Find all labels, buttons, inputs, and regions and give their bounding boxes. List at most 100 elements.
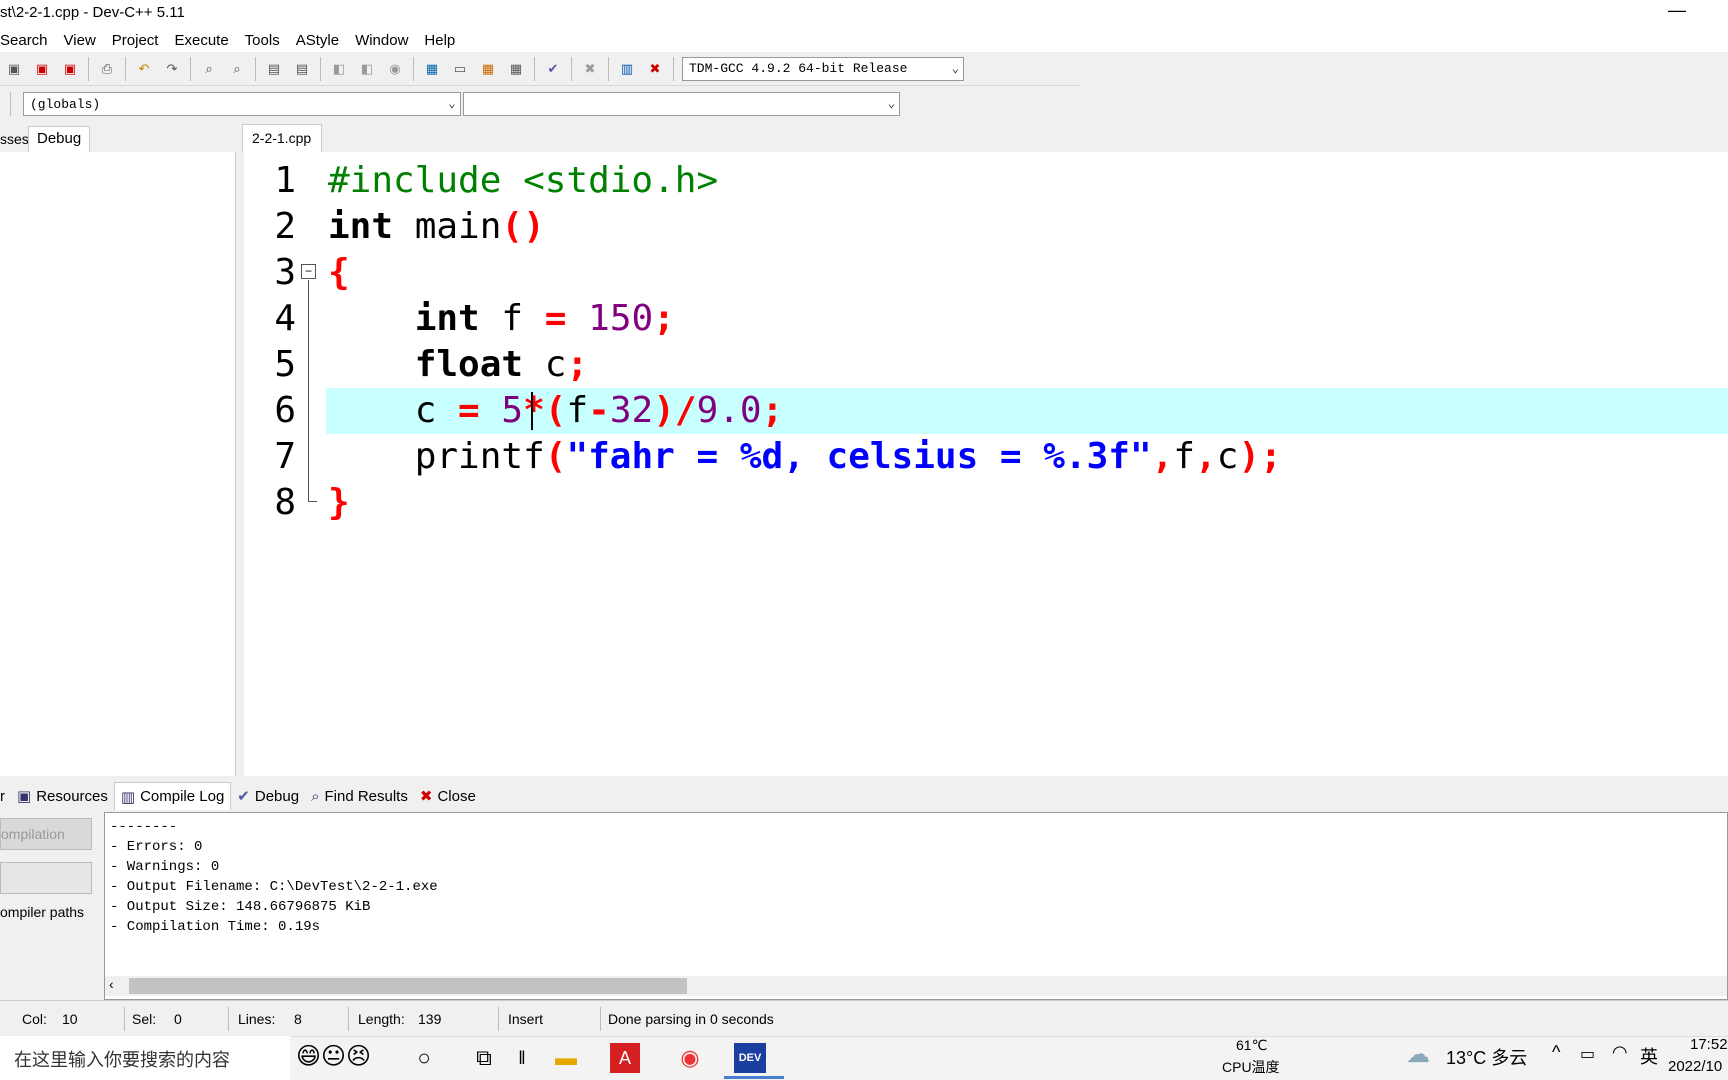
chevron-down-icon: ⌄ — [951, 61, 959, 76]
acrobat-icon[interactable]: A — [610, 1043, 640, 1073]
tab-find-results[interactable]: ⌕ Find Results — [305, 782, 414, 810]
menu-execute[interactable]: Execute — [166, 32, 236, 49]
menu-search[interactable]: Search — [0, 32, 56, 49]
code-line[interactable]: float c; — [328, 342, 588, 388]
save-all-icon[interactable]: ▣ — [3, 58, 25, 80]
tile-icon[interactable]: ▦ — [477, 58, 499, 80]
toolbar-separator — [255, 56, 256, 81]
tab-compile-log-label: Compile Log — [140, 788, 225, 805]
weather-text[interactable]: 13°C 多云 — [1446, 1044, 1527, 1070]
toolbar-separator — [608, 56, 609, 81]
check-icon: ✔ — [237, 788, 250, 805]
close-file-icon[interactable]: ▣ — [31, 58, 53, 80]
main-toolbar: ▣ ▣ ▣ ⎙ ↶ ↷ ⌕ ⌕ ▤ ▤ ◧ ◧ ◉ ▦ ▭ ▦ ▦ ✔ ✖ ▥ … — [0, 52, 1080, 86]
new-project-icon[interactable]: ▦ — [421, 58, 443, 80]
cpu-label: CPU温度 — [1222, 1059, 1280, 1075]
code-line[interactable]: c = 5*(f-32)/9.0; — [328, 388, 784, 434]
redo-icon[interactable]: ↷ — [161, 58, 183, 80]
undo-icon[interactable]: ↶ — [133, 58, 155, 80]
code-line[interactable]: int f = 150; — [328, 296, 675, 342]
code-line[interactable]: printf("fahr = %d, celsius = %.3f",f,c); — [328, 434, 1282, 480]
task-view-icon[interactable]: ⧉ — [466, 1040, 502, 1076]
close-all-icon[interactable]: ▣ — [59, 58, 81, 80]
code-line[interactable]: } — [328, 480, 350, 526]
code-token: printf — [328, 436, 545, 477]
code-line[interactable]: int main() — [328, 204, 545, 250]
chrome-icon[interactable]: ◉ — [672, 1040, 708, 1076]
scope-select[interactable]: (globals) ⌄ — [23, 92, 461, 116]
cpu-temp: 61℃ — [1236, 1037, 1268, 1053]
menu-help[interactable]: Help — [416, 32, 463, 49]
fold-collapse-icon[interactable]: − — [301, 264, 316, 279]
wifi-icon[interactable]: ◠ — [1612, 1042, 1628, 1063]
ime-indicator[interactable]: 英 — [1640, 1043, 1658, 1069]
window-icon[interactable]: ▭ — [449, 58, 471, 80]
bookmark-icon[interactable]: ◉ — [384, 58, 406, 80]
cloud-icon: ☁ — [1406, 1041, 1430, 1068]
code-token: int — [414, 298, 480, 339]
clock-time[interactable]: 17:52 — [1690, 1036, 1728, 1053]
menu-view[interactable]: View — [56, 32, 104, 49]
delete-profile-icon[interactable]: ✖ — [644, 58, 666, 80]
tab-close-label: Close — [437, 787, 476, 805]
code-token: f — [1173, 436, 1196, 477]
code-line[interactable]: #include <stdio.h> — [328, 158, 718, 204]
status-col-label: Col: — [22, 1011, 47, 1027]
chevron-up-icon[interactable]: ^ — [1552, 1042, 1560, 1063]
menu-project[interactable]: Project — [104, 32, 167, 49]
minimize-button[interactable]: — — [1668, 0, 1686, 21]
compiler-paths-checkbox-label[interactable]: ompiler paths — [0, 904, 84, 920]
scroll-left-icon[interactable]: ‹ — [109, 976, 114, 992]
code-token: main — [393, 206, 502, 247]
code-token: int — [328, 206, 394, 247]
blank-button[interactable] — [0, 862, 92, 894]
menu-window[interactable]: Window — [347, 32, 416, 49]
tab-debug-bottom[interactable]: ✔ Debug — [231, 782, 305, 810]
status-sel: 0 — [174, 1011, 182, 1027]
find-icon[interactable]: ⌕ — [198, 58, 220, 80]
cortana-icon[interactable]: ○ — [406, 1040, 442, 1076]
devcpp-icon[interactable]: DEV — [734, 1043, 766, 1073]
resources-icon: ▣ — [17, 788, 32, 805]
code-token: ; — [761, 390, 784, 431]
tab-debug[interactable]: Debug — [28, 126, 91, 152]
tab-debug-bottom-label: Debug — [254, 787, 300, 805]
grid-icon[interactable]: ▦ — [505, 58, 527, 80]
code-token: = — [458, 390, 480, 431]
unindent-icon[interactable]: ▤ — [291, 58, 313, 80]
forward-icon[interactable]: ◧ — [356, 58, 378, 80]
fold-line — [308, 280, 309, 502]
menu-tools[interactable]: Tools — [237, 32, 288, 49]
compiler-select[interactable]: TDM-GCC 4.9.2 64-bit Release ⌄ — [682, 56, 964, 81]
line-number: 2 — [274, 206, 296, 247]
editor-tab[interactable]: 2-2-1.cpp — [242, 124, 322, 152]
line-number: 1 — [274, 160, 296, 201]
stop-icon[interactable]: ✖ — [579, 58, 601, 80]
code-token: { — [328, 252, 350, 293]
battery-icon[interactable]: ▭ — [1580, 1044, 1595, 1064]
file-explorer-icon[interactable]: ▬ — [548, 1040, 584, 1076]
replace-icon[interactable]: ⌕ — [226, 58, 248, 80]
back-icon[interactable]: ◧ — [328, 58, 350, 80]
status-lines: 8 — [294, 1011, 302, 1027]
tab-close[interactable]: ✖ Close — [414, 782, 482, 810]
taskbar-search-box[interactable]: 在这里输入你要搜索的内容 — [0, 1036, 290, 1080]
member-select[interactable]: ⌄ — [462, 92, 900, 116]
scrollbar-thumb[interactable] — [129, 978, 687, 994]
check-syntax-icon[interactable]: ✔ — [542, 58, 564, 80]
code-line[interactable]: { — [328, 250, 350, 296]
menu-bar: Search View Project Execute Tools AStyle… — [0, 28, 1728, 52]
menu-astyle[interactable]: AStyle — [288, 32, 347, 49]
indent-icon[interactable]: ▤ — [263, 58, 285, 80]
tab-compiler[interactable]: r — [0, 782, 11, 810]
abort-compilation-button[interactable]: ompilation — [0, 818, 92, 850]
profile-chart-icon[interactable]: ▥ — [616, 58, 638, 80]
code-token: c — [523, 344, 567, 385]
title-bar: st\2-2-1.cpp - Dev-C++ 5.11 — — [0, 0, 1728, 28]
tab-compile-log[interactable]: ▥ Compile Log — [113, 782, 232, 810]
line-number: 5 — [274, 344, 296, 385]
clock-date[interactable]: 2022/10 — [1668, 1058, 1722, 1075]
print-icon[interactable]: ⎙ — [96, 58, 118, 80]
tab-resources[interactable]: ▣ Resources — [11, 782, 114, 810]
